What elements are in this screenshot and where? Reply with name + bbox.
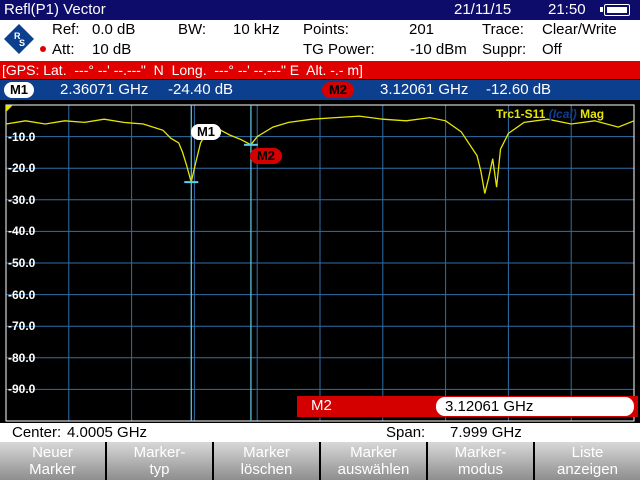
span-value: 7.999 GHz xyxy=(450,424,522,441)
title-bar: Refl(P1) Vector 21/11/15 21:50 xyxy=(0,0,640,20)
plot-canvas xyxy=(5,104,635,422)
att-value: 10 dB xyxy=(92,41,132,58)
suppr-label: Suppr: xyxy=(482,41,527,58)
marker2-badge[interactable]: M2 xyxy=(322,82,354,98)
y-tick-label: -40.0 xyxy=(8,224,36,239)
settings-panel: R S Ref: 0.0 dB Att: 10 dB BW: 10 kHz Po… xyxy=(0,20,640,61)
trace-mode-value: Clear/Write xyxy=(542,21,617,38)
points-value: 201 xyxy=(409,21,435,38)
span-label: Span: xyxy=(386,424,426,441)
ref-label: Ref: xyxy=(52,21,80,38)
ref-value: 0.0 dB xyxy=(92,21,136,38)
marker1-badge[interactable]: M1 xyxy=(4,82,34,98)
battery-icon xyxy=(600,4,630,16)
trace-name: Trc1-S11 xyxy=(496,107,546,121)
y-tick-label: -90.0 xyxy=(8,382,36,397)
softkey-new-marker[interactable]: Neuer Marker xyxy=(0,442,105,480)
y-tick-label: -70.0 xyxy=(8,319,36,334)
y-tick-label: -10.0 xyxy=(8,129,36,144)
reference-level-icon xyxy=(6,105,13,112)
window-title: Refl(P1) Vector xyxy=(4,1,106,18)
marker-edit-label: M2 xyxy=(311,397,332,414)
y-tick-label: -80.0 xyxy=(8,350,36,365)
time-readout: 21:50 xyxy=(548,1,586,18)
y-tick-label: -30.0 xyxy=(8,192,36,207)
marker2-frequency: 3.12061 GHz xyxy=(380,81,469,98)
rs-logo-icon: R S xyxy=(4,24,34,54)
marker-frequency-input[interactable]: 3.12061 GHz xyxy=(436,397,634,416)
suppr-value: Off xyxy=(542,41,562,58)
att-label: Att: xyxy=(52,41,75,58)
marker2-plot-label[interactable]: M2 xyxy=(250,148,282,164)
marker1-plot-label[interactable]: M1 xyxy=(191,124,221,140)
trace-format: Mag xyxy=(580,107,605,121)
trace-mode-label: Trace: xyxy=(482,21,524,38)
marker1-level: -24.40 dB xyxy=(168,81,234,98)
softkey-delete-marker[interactable]: Marker löschen xyxy=(214,442,319,480)
tg-power-value: -10 dBm xyxy=(410,41,467,58)
center-label: Center: xyxy=(12,424,62,441)
marker1-frequency: 2.36071 GHz xyxy=(60,81,149,98)
y-tick-label: -60.0 xyxy=(8,287,36,302)
y-tick-label: -20.0 xyxy=(8,161,36,176)
softkey-marker-type[interactable]: Marker- typ xyxy=(107,442,212,480)
att-indicator-icon xyxy=(40,46,46,52)
center-value: 4.0005 GHz xyxy=(67,424,148,441)
gps-status-bar: [GPS: Lat. ---° --' --.---" N Long. ---°… xyxy=(0,61,640,79)
trace-cal: (Ical) xyxy=(548,107,577,121)
frequency-footer: Center: 4.0005 GHz Span: 7.999 GHz xyxy=(0,423,640,442)
date-readout: 21/11/15 xyxy=(454,1,512,18)
bw-label: BW: xyxy=(178,21,207,38)
softkey-marker-mode[interactable]: Marker- modus xyxy=(428,442,533,480)
trace-plot[interactable]: -10.0 -20.0 -30.0 -40.0 -50.0 -60.0 -70.0 -80.0… xyxy=(0,101,640,423)
marker-readout-bar: M1 2.36071 GHz -24.40 dB M2 3.12061 GHz … xyxy=(0,80,640,100)
trace-label: Trc1-S11 (Ical) Mag xyxy=(496,107,604,121)
softkey-show-list[interactable]: Liste anzeigen xyxy=(535,442,640,480)
softkey-select-marker[interactable]: Marker auswählen xyxy=(321,442,426,480)
points-label: Points: xyxy=(303,21,349,38)
tg-power-label: TG Power: xyxy=(303,41,375,58)
bw-value: 10 kHz xyxy=(233,21,280,38)
marker-edit-box: M2 3.12061 GHz xyxy=(297,396,638,417)
marker2-level: -12.60 dB xyxy=(486,81,552,98)
gps-text: [GPS: Lat. ---° --' --.---" N Long. ---°… xyxy=(2,62,363,78)
y-tick-label: -50.0 xyxy=(8,256,36,270)
softkey-bar: Neuer Marker Marker- typ Marker löschen … xyxy=(0,442,640,480)
svg-text:S: S xyxy=(19,38,25,48)
